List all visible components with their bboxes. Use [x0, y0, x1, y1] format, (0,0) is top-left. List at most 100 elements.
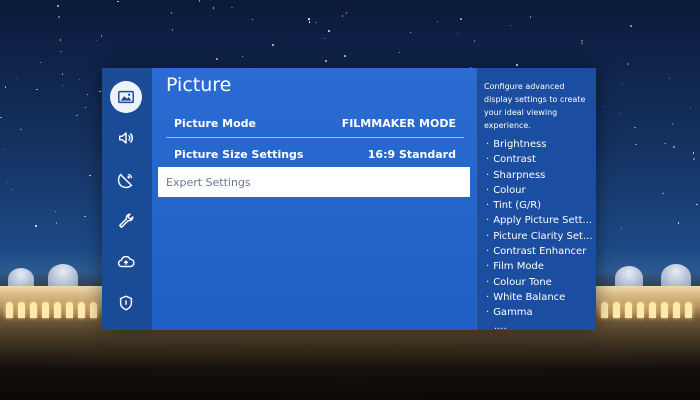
list-item: Picture Clarity Set... — [484, 229, 592, 244]
star — [100, 35, 103, 37]
star — [345, 12, 348, 14]
star — [668, 77, 671, 80]
star — [516, 64, 518, 66]
star — [36, 88, 38, 91]
star — [509, 24, 512, 27]
star — [664, 142, 666, 145]
star — [20, 128, 22, 131]
star — [409, 31, 412, 34]
star — [16, 77, 19, 80]
star — [308, 21, 311, 23]
expert-settings-list: Brightness Contrast Sharpness Colour Tin… — [484, 137, 592, 321]
star — [308, 18, 310, 20]
star — [76, 114, 78, 117]
list-item: Colour — [484, 183, 592, 198]
star — [99, 90, 101, 93]
star — [689, 106, 692, 109]
star — [54, 210, 57, 213]
star — [673, 146, 675, 148]
star — [11, 188, 14, 191]
star — [581, 42, 583, 45]
star — [84, 106, 87, 109]
star — [35, 225, 37, 227]
broadcasting-icon[interactable] — [110, 164, 142, 196]
star — [59, 39, 62, 41]
picture-icon[interactable] — [110, 81, 142, 113]
list-item: Tint (G/R) — [484, 198, 592, 213]
star — [117, 0, 119, 3]
star — [621, 82, 624, 85]
star — [696, 203, 698, 206]
help-info-panel: Configure advanced display settings to c… — [476, 68, 596, 332]
water-reflection — [0, 320, 700, 400]
picture-settings-panel: Picture Picture Mode FILMMAKER MODE Pict… — [152, 68, 476, 330]
picture-mode-value: FILMMAKER MODE — [341, 117, 456, 130]
list-item: Contrast — [484, 152, 592, 167]
star — [618, 112, 621, 115]
list-item: Colour Tone — [484, 275, 592, 290]
star — [4, 86, 7, 88]
mosque-left-silhouette — [0, 258, 105, 320]
star — [60, 50, 62, 53]
expert-settings-label: Expert Settings — [166, 175, 251, 189]
star — [436, 20, 439, 23]
star — [620, 227, 623, 229]
tv-settings-menu: Picture Picture Mode FILMMAKER MODE Pict… — [102, 68, 596, 332]
star — [89, 174, 91, 177]
star — [39, 61, 42, 64]
star — [5, 181, 8, 183]
picture-mode-label: Picture Mode — [174, 117, 256, 130]
star — [315, 21, 317, 24]
star — [251, 18, 254, 21]
star — [198, 0, 201, 2]
star — [671, 123, 674, 125]
star — [58, 16, 60, 18]
star — [57, 5, 59, 7]
picture-mode-row[interactable]: Picture Mode FILMMAKER MODE — [166, 110, 464, 138]
star — [212, 7, 215, 9]
picture-size-settings-label: Picture Size Settings — [174, 147, 304, 161]
star — [693, 158, 695, 160]
star — [2, 148, 5, 151]
list-item: Brightness — [484, 137, 592, 152]
star — [529, 16, 532, 18]
star — [216, 58, 218, 60]
star — [604, 105, 607, 108]
list-item: Contrast Enhancer — [484, 244, 592, 259]
wrench-icon[interactable] — [110, 205, 142, 237]
star — [344, 55, 346, 57]
star — [341, 15, 344, 17]
shield-icon[interactable] — [110, 287, 142, 319]
star — [473, 40, 476, 42]
star — [662, 192, 664, 195]
star — [456, 32, 459, 35]
expert-settings-row[interactable]: Expert Settings — [158, 167, 470, 197]
star — [231, 6, 233, 9]
star — [634, 126, 636, 129]
star — [241, 55, 243, 58]
cloud-upload-icon[interactable] — [110, 246, 142, 278]
settings-category-bar — [102, 68, 152, 330]
star — [55, 222, 58, 224]
star — [692, 152, 695, 154]
star — [95, 39, 98, 41]
star — [630, 25, 632, 27]
star — [627, 63, 629, 65]
list-item: Gamma — [484, 305, 592, 320]
sound-icon[interactable] — [110, 122, 142, 154]
star — [328, 30, 330, 32]
star — [581, 40, 583, 42]
list-item: Film Mode — [484, 259, 592, 274]
star — [325, 60, 327, 62]
picture-size-settings-row[interactable]: Picture Size Settings 16:9 Standard — [166, 140, 464, 168]
page-title: Picture — [166, 74, 232, 96]
star — [84, 215, 86, 218]
star — [635, 143, 637, 146]
star — [170, 12, 173, 14]
more-indicator: .... — [494, 320, 507, 332]
star — [78, 78, 81, 81]
list-item: White Balance — [484, 290, 592, 305]
star — [62, 84, 65, 87]
star — [0, 116, 2, 119]
list-item: Sharpness — [484, 168, 592, 183]
